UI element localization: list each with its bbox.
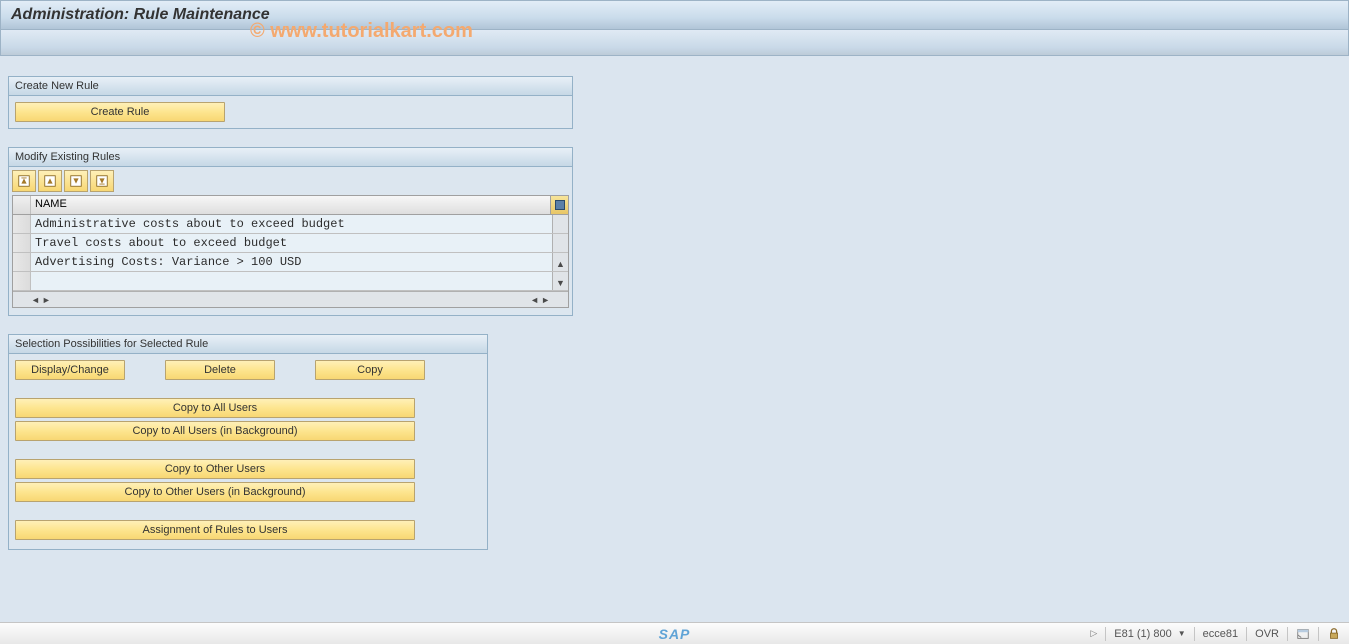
row-selector[interactable] [13,272,31,290]
app-toolbar [0,30,1349,56]
page-down-icon-button[interactable] [90,170,114,192]
scroll-left-end-icon[interactable]: ◄ [530,295,539,305]
create-rule-button[interactable]: Create Rule [15,102,225,122]
panel-title-create: Create New Rule [9,77,572,96]
scroll-down-icon[interactable]: ▼ [556,278,565,288]
row-selector[interactable] [13,253,31,271]
rule-name-cell[interactable] [31,272,552,290]
rule-name-cell[interactable]: Advertising Costs: Variance > 100 USD [31,253,552,271]
grid-column-name[interactable]: NAME [31,196,550,214]
assignment-rules-users-button[interactable]: Assignment of Rules to Users [15,520,415,540]
grid-vertical-scrollbar[interactable]: ▲ [552,253,568,271]
copy-to-all-users-button[interactable]: Copy to All Users [15,398,415,418]
page-first-icon [17,174,31,188]
panel-title-selection: Selection Possibilities for Selected Rul… [9,335,487,354]
grid-vertical-scrollbar[interactable]: ▼ [552,272,568,290]
table-row[interactable]: Travel costs about to exceed budget [13,234,568,253]
copy-button[interactable]: Copy [315,360,425,380]
table-row[interactable]: Advertising Costs: Variance > 100 USD ▲ [13,253,568,272]
page-up-icon-button[interactable] [12,170,36,192]
status-expand-icon[interactable]: ▷ [1090,628,1097,639]
status-server: ecce81 [1203,628,1238,640]
status-system-text: E81 (1) 800 [1114,628,1171,640]
rule-name-cell[interactable]: Travel costs about to exceed budget [31,234,552,252]
scroll-left-icon[interactable]: ◄ [31,295,40,305]
page-title: Administration: Rule Maintenance [0,0,1349,30]
delete-button[interactable]: Delete [165,360,275,380]
panel-modify-existing-rules: Modify Existing Rules NAME [8,147,573,316]
grid-horizontal-scrollbar[interactable]: ◄ ► ◄ ► [13,291,568,307]
table-row[interactable]: Administrative costs about to exceed bud… [13,215,568,234]
dropdown-icon: ▼ [1178,629,1186,638]
status-bar: SAP ▷ E81 (1) 800 ▼ ecce81 OVR [0,622,1349,644]
table-row[interactable]: ▼ [13,272,568,291]
page-down-icon [69,174,83,188]
line-down-icon-button[interactable] [64,170,88,192]
panel-selection-possibilities: Selection Possibilities for Selected Rul… [8,334,488,550]
rule-name-cell[interactable]: Administrative costs about to exceed bud… [31,215,552,233]
copy-to-other-users-button[interactable]: Copy to Other Users [15,459,415,479]
row-selector[interactable] [13,234,31,252]
rules-grid: NAME Administrative costs about to excee… [12,195,569,308]
line-up-icon-button[interactable] [38,170,62,192]
grid-configure-button[interactable] [550,196,568,214]
copy-to-other-users-bg-button[interactable]: Copy to Other Users (in Background) [15,482,415,502]
row-selector[interactable] [13,215,31,233]
page-last-icon [95,174,109,188]
grid-toolbar [9,167,572,195]
scroll-up-icon[interactable]: ▲ [556,259,565,269]
scroll-right-icon[interactable]: ► [42,295,51,305]
display-change-button[interactable]: Display/Change [15,360,125,380]
status-system[interactable]: E81 (1) 800 ▼ [1114,628,1185,640]
grid-select-all[interactable] [13,196,31,214]
panel-create-new-rule: Create New Rule Create Rule [8,76,573,129]
status-insert-mode[interactable]: OVR [1255,628,1279,640]
sap-logo: SAP [659,626,691,642]
scroll-right-end-icon[interactable]: ► [541,295,550,305]
grid-vertical-scrollbar[interactable] [552,234,568,252]
lock-icon[interactable] [1327,627,1341,641]
copy-to-all-users-bg-button[interactable]: Copy to All Users (in Background) [15,421,415,441]
panel-title-modify: Modify Existing Rules [9,148,572,167]
grid-vertical-scrollbar[interactable] [552,215,568,233]
page-up-icon [43,174,57,188]
layout-icon[interactable] [1296,627,1310,641]
